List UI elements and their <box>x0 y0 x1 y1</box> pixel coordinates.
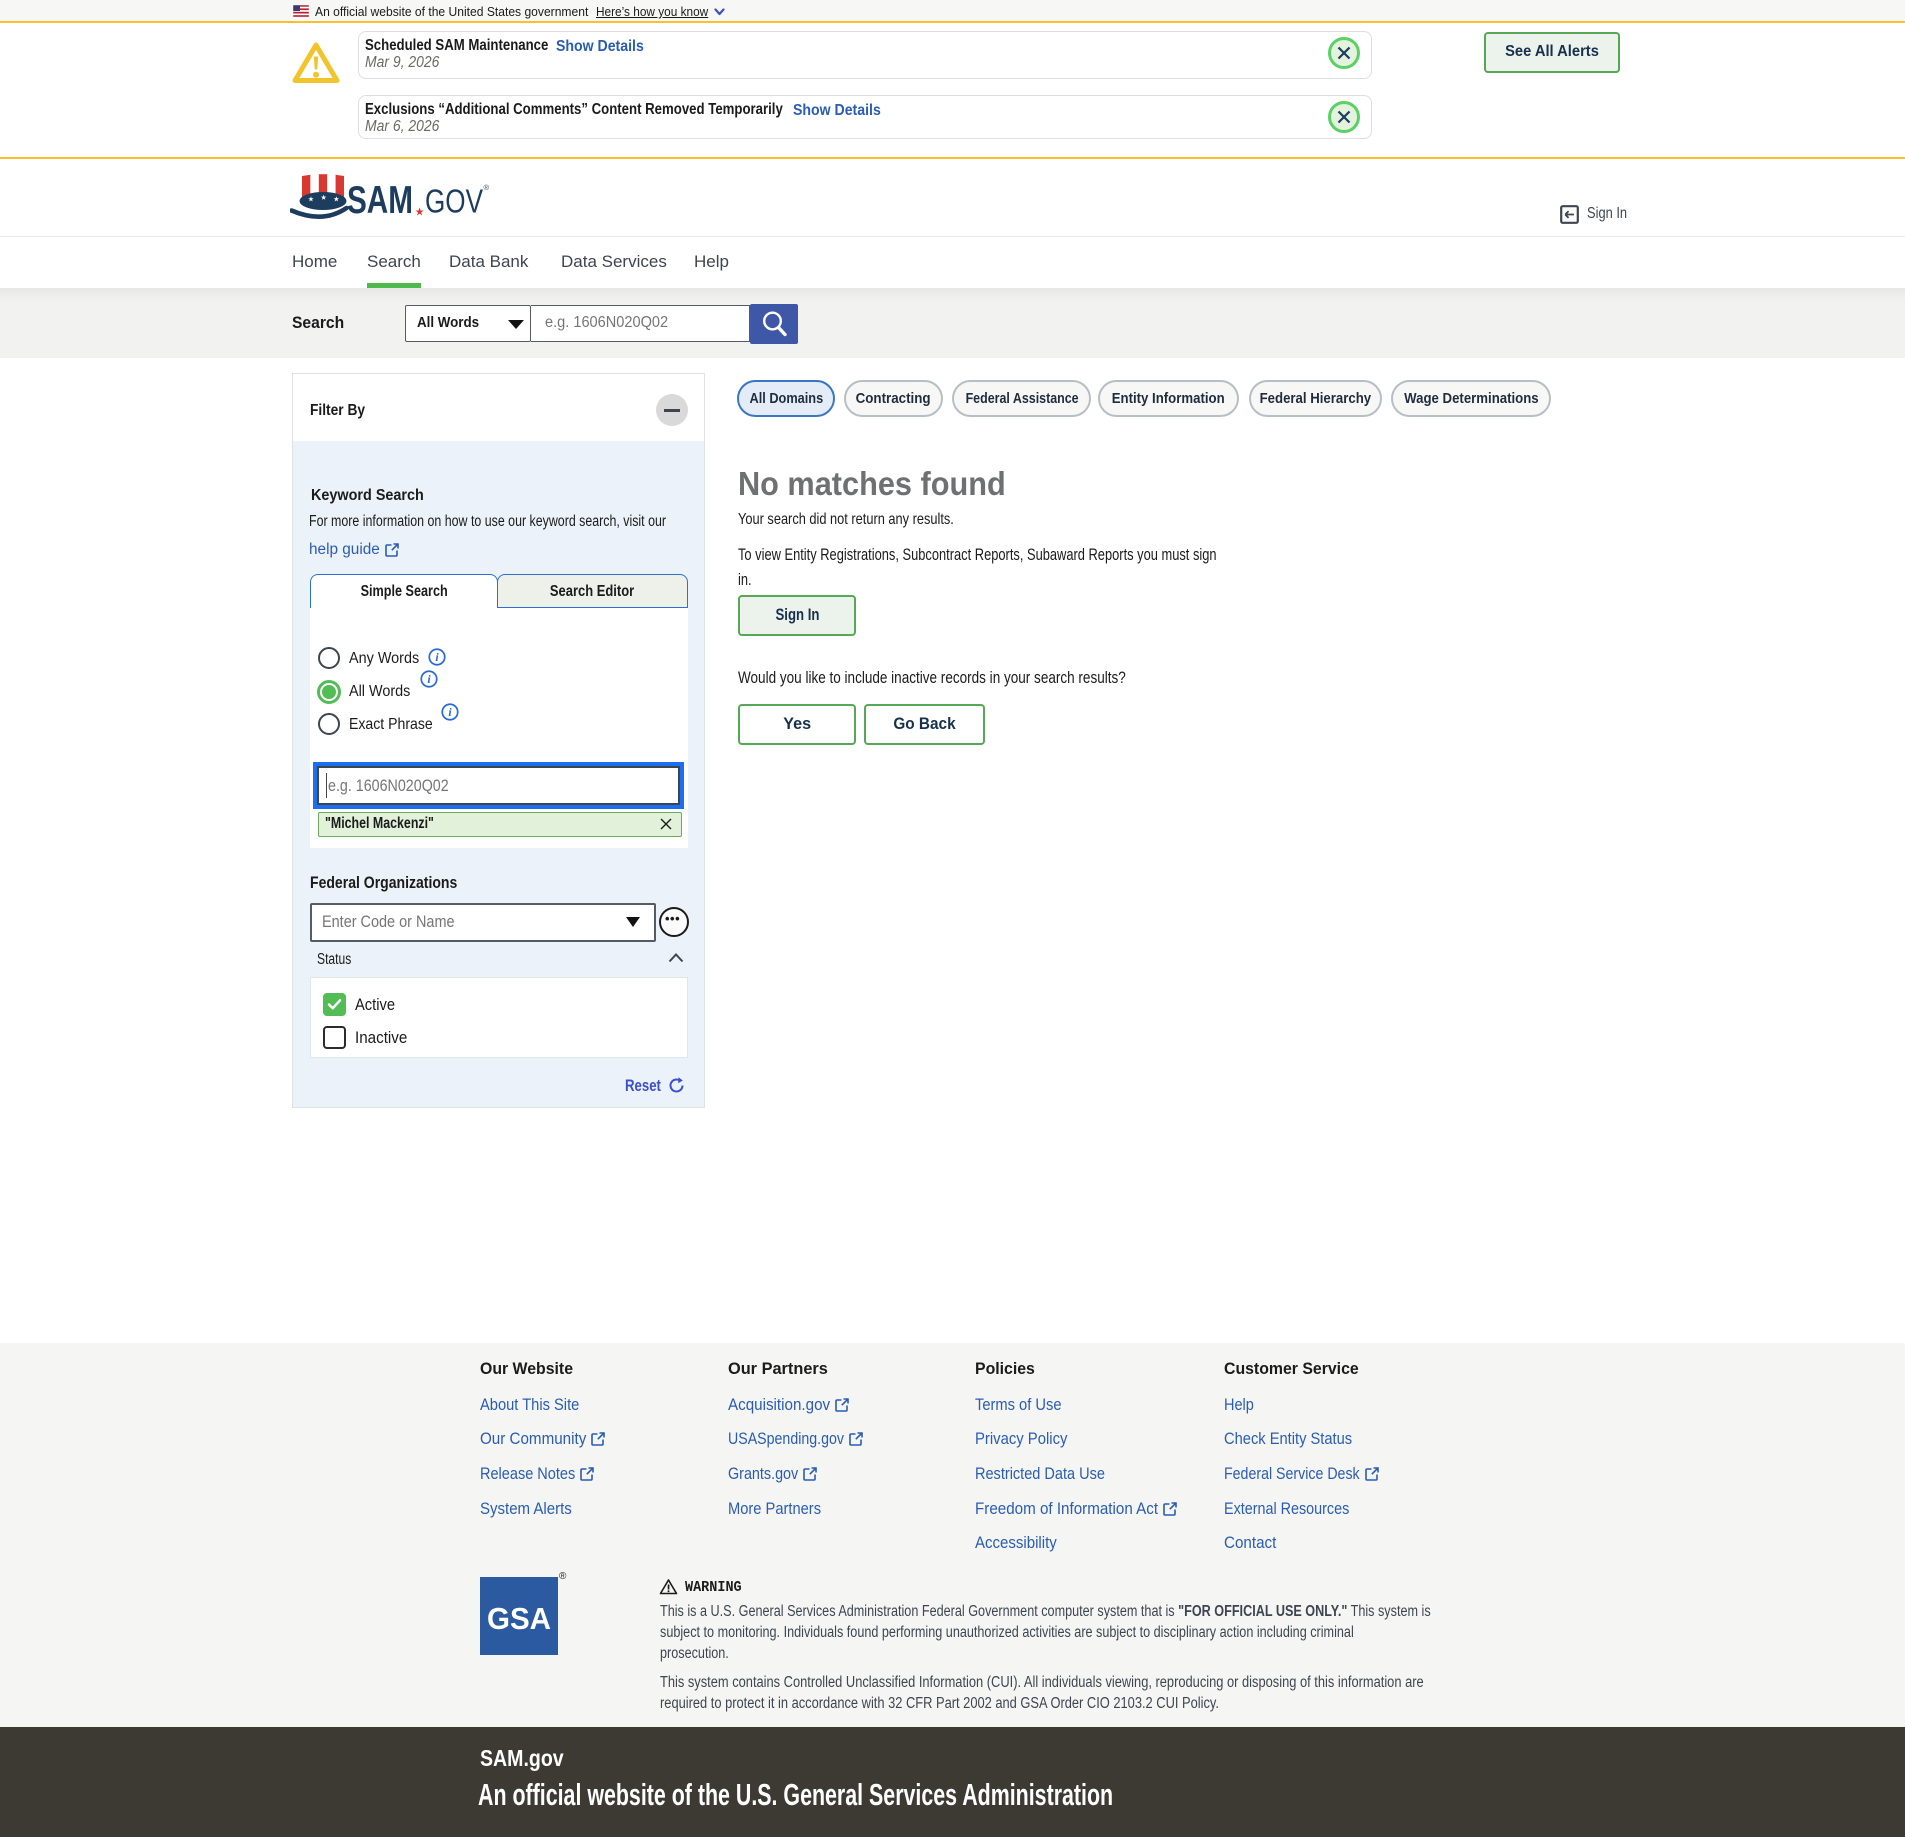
svg-text:GOV: GOV <box>425 183 483 220</box>
svg-text:i: i <box>448 706 452 719</box>
svg-text:®: ® <box>484 183 490 192</box>
svg-text:SAM: SAM <box>347 179 413 222</box>
svg-text:i: i <box>427 673 431 686</box>
svg-text:GSA: GSA <box>487 1601 551 1636</box>
svg-text:i: i <box>435 651 439 664</box>
